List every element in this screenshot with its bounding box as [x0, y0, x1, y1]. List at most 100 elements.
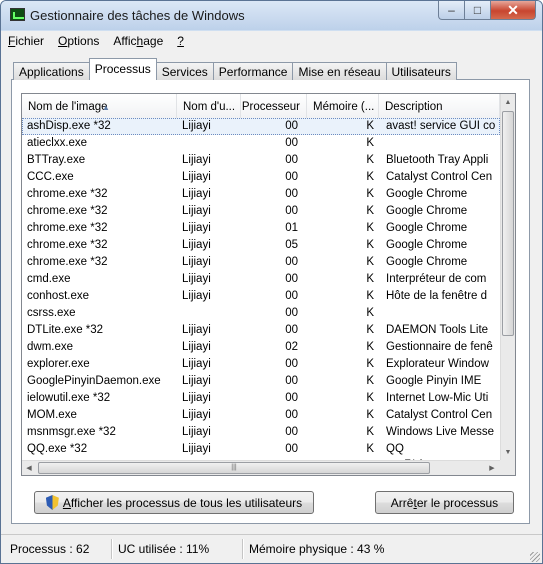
cell-image-name: ashDisp.exe *32	[27, 120, 111, 132]
cell-image-name: chrome.exe *32	[27, 239, 108, 251]
end-process-button[interactable]: Arrêter le processus	[375, 491, 514, 514]
title-bar[interactable]: Gestionnaire des tâches de Windows – □ ✕	[1, 1, 542, 30]
table-row[interactable]: BTTray.exe Lijiayi 00 K Bluetooth Tray Appli	[22, 152, 500, 169]
cell-cpu: 00	[285, 358, 298, 370]
cell-image-name: MOM.exe	[27, 409, 77, 421]
table-row[interactable]: MOM.exe Lijiayi 00 K Catalyst Control Cen	[22, 407, 500, 424]
tab-services[interactable]: Services	[155, 62, 214, 80]
table-row[interactable]: GooglePinyinDaemon.exe Lijiayi 00 K Google P…	[22, 373, 500, 390]
table-row[interactable]: chrome.exe *32 Lijiayi 00 K Google Chrome	[22, 203, 500, 220]
close-button[interactable]: ✕	[491, 1, 536, 20]
cell-image-name: conhost.exe	[27, 290, 90, 302]
menu-affichage[interactable]: Affichage	[106, 34, 170, 48]
process-rows: ashDisp.exe *32 Lijiayi 00 Kavast! service …	[22, 118, 500, 460]
cell-cpu: 00	[285, 120, 298, 132]
cell-description: QQ	[386, 443, 404, 455]
cell-image-name: cmd.exe	[27, 273, 71, 285]
table-row[interactable]: explorer.exe Lijiayi 00 K Explorateur Window	[22, 356, 500, 373]
table-row[interactable]: chrome.exe *32 Lijiayi 00 K Google Chrome	[22, 254, 500, 271]
table-row[interactable]: QQ.exe *32 Lijiayi 00 K QQ	[22, 441, 500, 458]
cell-cpu: 00	[285, 290, 298, 302]
table-row[interactable]: cmd.exe Lijiayi 00 K Interpréteur de com	[22, 271, 500, 288]
cell-description: Bluetooth Tray Appli	[386, 154, 489, 166]
table-row[interactable]: ashDisp.exe *32 Lijiayi 00 Kavast! service …	[22, 118, 500, 135]
cell-cpu: 00	[285, 324, 298, 336]
cell-memory: K	[366, 324, 374, 336]
status-physical-memory: Mémoire physique : 43 %	[249, 542, 385, 556]
cell-user-name: Lijiayi	[182, 409, 211, 421]
tab-mise-en-reseau[interactable]: Mise en réseau	[292, 62, 387, 80]
vertical-scroll-thumb[interactable]	[502, 111, 514, 336]
scroll-down-icon[interactable]: ▼	[501, 444, 515, 460]
cell-cpu: 00	[285, 188, 298, 200]
cell-memory: K	[366, 171, 374, 183]
table-row[interactable]: chrome.exe *32 Lijiayi 05 K Google Chrome	[22, 237, 500, 254]
column-header-memory[interactable]: Mémoire (...	[307, 94, 379, 118]
show-all-processes-button[interactable]: Afficher les processus de tous les utili…	[34, 491, 314, 514]
cell-memory: K	[366, 154, 374, 166]
sort-ascending-icon: ▲	[102, 103, 110, 112]
list-header: ▲ Nom de l'image Nom d'u... Processeur M…	[22, 94, 500, 119]
table-row[interactable]: atieclxx.exe 00 K	[22, 135, 500, 152]
menu-fichier[interactable]: Fichier	[1, 34, 51, 48]
scroll-left-icon[interactable]: ◀	[22, 461, 36, 475]
table-row[interactable]: msnmsgr.exe *32 Lijiayi 00 K Windows Live Me…	[22, 424, 500, 441]
cell-image-name: GooglePinyinDaemon.exe	[27, 375, 161, 387]
menu-help[interactable]: ?	[170, 34, 191, 48]
cell-image-name: chrome.exe *32	[27, 256, 108, 268]
horizontal-scrollbar[interactable]: ◀ ||| ▶	[22, 460, 500, 475]
tab-applications[interactable]: Applications	[13, 62, 90, 80]
cell-user-name: Lijiayi	[182, 392, 211, 404]
table-row[interactable]: DTLite.exe *32 Lijiayi 00 K DAEMON Tools Lit…	[22, 322, 500, 339]
cell-user-name: Lijiayi	[182, 239, 211, 251]
cell-memory: K	[366, 256, 374, 268]
cell-image-name: DTLite.exe *32	[27, 324, 104, 336]
tab-content-area: Applications Processus Services Performa…	[1, 51, 542, 534]
cell-description: Catalyst Control Cen	[386, 171, 493, 183]
table-row[interactable]: ielowutil.exe *32 Lijiayi 00 K Internet Low-…	[22, 390, 500, 407]
cell-cpu: 00	[285, 256, 298, 268]
cell-user-name: Lijiayi	[182, 154, 211, 166]
column-header-image-name[interactable]: ▲ Nom de l'image	[22, 94, 177, 118]
tab-processus[interactable]: Processus	[88, 58, 157, 80]
table-row[interactable]: CCC.exe Lijiayi 00 K Catalyst Control Cen	[22, 169, 500, 186]
column-header-user-name[interactable]: Nom d'u...	[177, 94, 241, 118]
minimize-button[interactable]: –	[438, 1, 465, 20]
maximize-button[interactable]: □	[465, 1, 491, 20]
table-row[interactable]: dwm.exe Lijiayi 02 K Gestionnaire de fenê	[22, 339, 500, 356]
table-row[interactable]: chrome.exe *32 Lijiayi 00 K Google Chrome	[22, 186, 500, 203]
tab-utilisateurs[interactable]: Utilisateurs	[385, 62, 457, 80]
horizontal-scroll-thumb[interactable]: |||	[38, 462, 430, 474]
resize-grip-icon[interactable]	[530, 552, 540, 562]
table-row[interactable]: chrome.exe *32 Lijiayi 01 K Google Chrome	[22, 220, 500, 237]
menu-options[interactable]: Options	[51, 34, 106, 48]
table-row[interactable]: conhost.exe Lijiayi 00 K Hôte de la fenêtre …	[22, 288, 500, 305]
cell-user-name: Lijiayi	[182, 443, 211, 455]
column-header-description[interactable]: Description	[379, 94, 500, 118]
cell-user-name: Lijiayi	[182, 273, 211, 285]
cell-cpu: 00	[285, 409, 298, 421]
table-row[interactable]: csrss.exe 00 K	[22, 305, 500, 322]
cell-image-name: chrome.exe *32	[27, 222, 108, 234]
cell-description: Google Chrome	[386, 222, 468, 234]
cell-description: Google Chrome	[386, 205, 468, 217]
cell-user-name: Lijiayi	[182, 222, 211, 234]
cell-cpu: 00	[285, 205, 298, 217]
column-header-cpu[interactable]: Processeur	[241, 94, 307, 118]
task-manager-window: Gestionnaire des tâches de Windows – □ ✕…	[0, 0, 543, 564]
scroll-right-icon[interactable]: ▶	[485, 461, 499, 475]
cell-description: DAEMON Tools Lite	[386, 324, 489, 336]
cell-user-name: Lijiayi	[182, 375, 211, 387]
vertical-scrollbar[interactable]: ▲ ▼	[500, 94, 515, 460]
cell-memory: K	[366, 341, 374, 353]
cell-user-name: Lijiayi	[182, 205, 211, 217]
cell-description: Google Chrome	[386, 188, 468, 200]
cell-image-name: dwm.exe	[27, 341, 74, 353]
process-list[interactable]: ▲ Nom de l'image Nom d'u... Processeur M…	[21, 93, 516, 476]
cell-cpu: 00	[285, 307, 298, 319]
scroll-up-icon[interactable]: ▲	[501, 94, 515, 110]
cell-memory: K	[366, 358, 374, 370]
tab-performance[interactable]: Performance	[212, 62, 294, 80]
cell-image-name: chrome.exe *32	[27, 205, 108, 217]
cell-cpu: 00	[285, 375, 298, 387]
